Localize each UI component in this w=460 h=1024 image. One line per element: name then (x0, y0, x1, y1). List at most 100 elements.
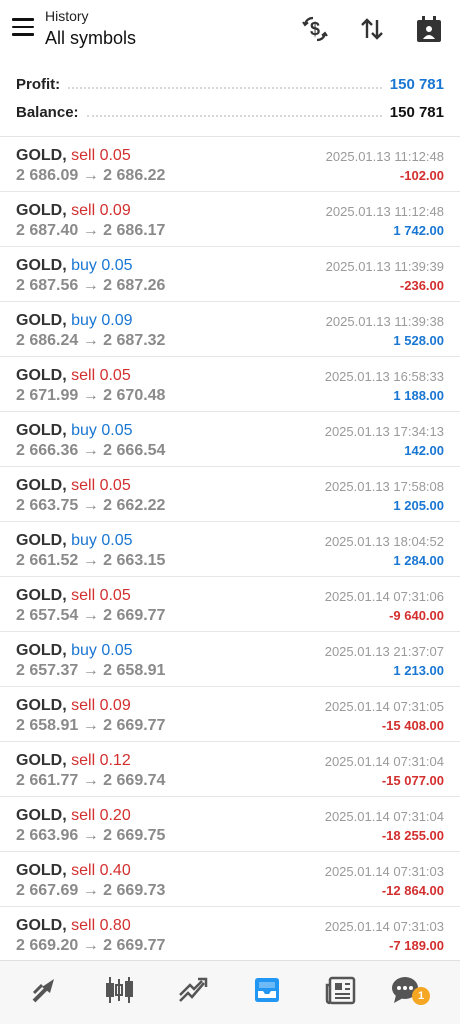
deal-side: sell 0.09 (71, 697, 131, 714)
sort-icon[interactable] (357, 14, 387, 44)
svg-text:$: $ (310, 19, 320, 39)
deal-row[interactable]: GOLD, buy 0.05 2 666.36 → 2 666.54 2025.… (0, 412, 460, 467)
deal-time: 2025.01.14 07:31:03 (324, 919, 444, 934)
calendar-icon[interactable] (414, 14, 444, 44)
quotes-icon[interactable] (28, 973, 62, 1007)
deal-profit: -18 255.00 (381, 828, 444, 843)
deal-profit: 1 205.00 (393, 498, 444, 513)
bottom-navigation: 1 (0, 960, 460, 1024)
deal-row[interactable]: GOLD, sell 0.05 2 671.99 → 2 670.48 2025… (0, 357, 460, 412)
deal-row[interactable]: GOLD, buy 0.05 2 657.37 → 2 658.91 2025.… (0, 632, 460, 687)
deal-profit: -7 189.00 (389, 938, 444, 953)
deal-prices: 2 666.36 → 2 666.54 (16, 442, 166, 459)
deal-prices: 2 663.96 → 2 669.75 (16, 827, 166, 844)
deal-symbol: GOLD, sell 0.40 (16, 862, 131, 879)
deal-row[interactable]: GOLD, sell 0.12 2 661.77 → 2 669.74 2025… (0, 742, 460, 797)
balance-label: Balance: (16, 103, 79, 121)
deal-side: sell 0.05 (71, 477, 131, 494)
deal-row[interactable]: GOLD, sell 0.05 2 657.54 → 2 669.77 2025… (0, 577, 460, 632)
deal-row[interactable]: GOLD, buy 0.05 2 687.56 → 2 687.26 2025.… (0, 247, 460, 302)
deal-profit: -236.00 (399, 278, 444, 293)
news-icon[interactable] (324, 973, 358, 1007)
deal-symbol: GOLD, buy 0.05 (16, 422, 133, 439)
deal-symbol: GOLD, sell 0.12 (16, 752, 131, 769)
deal-side: buy 0.05 (71, 257, 133, 274)
trade-icon[interactable] (176, 973, 210, 1007)
deal-symbol: GOLD, buy 0.05 (16, 257, 133, 274)
deal-row[interactable]: GOLD, buy 0.05 2 661.52 → 2 663.15 2025.… (0, 522, 460, 577)
chat-badge: 1 (412, 987, 430, 1005)
deal-time: 2025.01.13 17:58:08 (324, 479, 444, 494)
deal-side: sell 0.09 (71, 202, 131, 219)
deal-symbol: GOLD, sell 0.05 (16, 587, 131, 604)
deal-time: 2025.01.13 17:34:13 (324, 424, 444, 439)
deal-symbol: GOLD, sell 0.80 (16, 917, 131, 934)
deal-prices: 2 658.91 → 2 669.77 (16, 717, 166, 734)
deal-time: 2025.01.14 07:31:05 (324, 699, 444, 714)
deal-time: 2025.01.14 07:31:06 (324, 589, 444, 604)
deal-row[interactable]: GOLD, sell 0.20 2 663.96 → 2 669.75 2025… (0, 797, 460, 852)
deal-profit: -15 077.00 (381, 773, 444, 788)
profit-label: Profit: (16, 75, 61, 93)
deal-profit: -12 864.00 (381, 883, 444, 898)
deal-side: sell 0.05 (71, 367, 131, 384)
deal-time: 2025.01.13 21:37:07 (324, 644, 444, 659)
deal-time: 2025.01.13 16:58:33 (324, 369, 444, 384)
deal-time: 2025.01.13 11:39:39 (325, 259, 444, 274)
deal-row[interactable]: GOLD, sell 0.05 2 663.75 → 2 662.22 2025… (0, 467, 460, 522)
currency-exchange-icon[interactable]: $ (300, 14, 330, 44)
deal-profit: -9 640.00 (389, 608, 444, 623)
deal-side: sell 0.12 (71, 752, 131, 769)
deal-time: 2025.01.13 11:12:48 (325, 149, 444, 164)
deal-side: sell 0.80 (71, 917, 131, 934)
deal-profit: 1 213.00 (393, 663, 444, 678)
deal-row[interactable]: GOLD, sell 0.09 2 687.40 → 2 686.17 2025… (0, 192, 460, 247)
deal-row[interactable]: GOLD, sell 0.09 2 658.91 → 2 669.77 2025… (0, 687, 460, 742)
deal-time: 2025.01.13 11:39:38 (325, 314, 444, 329)
deal-profit: 1 284.00 (393, 553, 444, 568)
page-title[interactable]: All symbols (45, 28, 136, 49)
deal-symbol: GOLD, buy 0.09 (16, 312, 133, 329)
deal-symbol: GOLD, buy 0.05 (16, 642, 133, 659)
deal-time: 2025.01.14 07:31:04 (324, 754, 444, 769)
menu-icon[interactable] (12, 18, 34, 38)
deal-time: 2025.01.13 11:12:48 (325, 204, 444, 219)
deal-row[interactable]: GOLD, sell 0.05 2 686.09 → 2 686.22 2025… (0, 137, 460, 192)
deal-row[interactable]: GOLD, buy 0.09 2 686.24 → 2 687.32 2025.… (0, 302, 460, 357)
deal-prices: 2 687.56 → 2 687.26 (16, 277, 166, 294)
deal-symbol: GOLD, sell 0.05 (16, 147, 131, 164)
account-summary: Profit: 150 781 Balance: 150 781 (0, 70, 460, 136)
deal-symbol: GOLD, sell 0.20 (16, 807, 131, 824)
deal-profit: -102.00 (399, 168, 444, 183)
deal-profit: 1 528.00 (393, 333, 444, 348)
deal-profit: 1 188.00 (393, 388, 444, 403)
chart-icon[interactable] (102, 973, 136, 1007)
deal-symbol: GOLD, sell 0.09 (16, 697, 131, 714)
deal-prices: 2 661.52 → 2 663.15 (16, 552, 166, 569)
deal-time: 2025.01.14 07:31:03 (324, 864, 444, 879)
deal-time: 2025.01.13 18:04:52 (324, 534, 444, 549)
dotted-leader (68, 79, 382, 89)
deal-symbol: GOLD, sell 0.09 (16, 202, 131, 219)
deal-profit: 142.00 (404, 443, 444, 458)
deal-prices: 2 686.24 → 2 687.32 (16, 332, 166, 349)
deals-list: GOLD, sell 0.05 2 686.09 → 2 686.22 2025… (0, 137, 460, 962)
deal-prices: 2 661.77 → 2 669.74 (16, 772, 166, 789)
deal-side: buy 0.05 (71, 642, 133, 659)
deal-profit: -15 408.00 (381, 718, 444, 733)
chat-icon[interactable]: 1 (390, 973, 430, 1007)
deal-symbol: GOLD, sell 0.05 (16, 367, 131, 384)
deal-prices: 2 669.20 → 2 669.77 (16, 937, 166, 954)
page-subtitle: History (45, 8, 89, 24)
deal-profit: 1 742.00 (393, 223, 444, 238)
dotted-leader (86, 107, 382, 117)
deal-side: buy 0.09 (71, 312, 133, 329)
deal-prices: 2 663.75 → 2 662.22 (16, 497, 166, 514)
deal-side: buy 0.05 (71, 532, 133, 549)
deal-side: sell 0.05 (71, 587, 131, 604)
history-icon[interactable] (250, 973, 284, 1007)
deal-side: buy 0.05 (71, 422, 133, 439)
deal-row[interactable]: GOLD, sell 0.40 2 667.69 → 2 669.73 2025… (0, 852, 460, 907)
deal-row[interactable]: GOLD, sell 0.80 2 669.20 → 2 669.77 2025… (0, 907, 460, 962)
deal-prices: 2 686.09 → 2 686.22 (16, 167, 166, 184)
